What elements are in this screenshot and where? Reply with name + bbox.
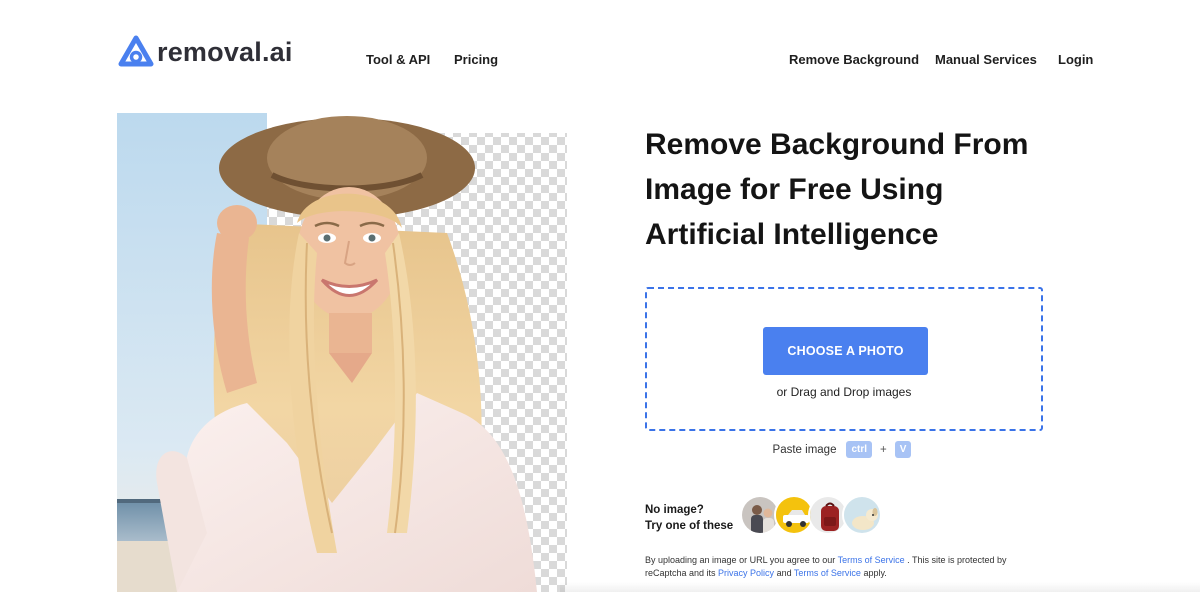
brand-logo[interactable]: removal.ai [117,35,293,69]
bottom-shadow [560,582,1200,592]
removal-ai-logo-icon [118,35,154,67]
drag-drop-hint: or Drag and Drop images [776,385,912,399]
v-key-badge: V [894,441,912,458]
title-line-3: Artificial Intelligence [645,218,939,251]
legal-text-4: apply. [860,568,887,578]
sample-images [740,495,882,535]
plus-sign: + [880,443,887,456]
nav-link-login[interactable]: Login [1058,52,1093,67]
terms-of-service-link[interactable]: Terms of Service [838,555,905,565]
nav-link-tool-api[interactable]: Tool & API [366,52,430,67]
brand-name: removal.ai [157,36,293,67]
nav-link-manual-services[interactable]: Manual Services [935,52,1037,67]
hero-image [117,113,567,592]
upload-dropzone[interactable]: CHOOSE A PHOTO or Drag and Drop images [645,287,1043,431]
page-title: Remove Background From Image for Free Us… [645,122,1065,257]
sample-prompt-line-2: Try one of these [645,520,734,532]
paste-hint: Paste image ctrl + V [645,441,1043,458]
ctrl-key-badge: ctrl [846,441,873,458]
top-navigation: removal.ai Tool & API Pricing Remove Bac… [0,0,1200,120]
sample-image-dog[interactable] [842,495,882,535]
sample-prompt: No image? Try one of these [645,502,733,534]
sample-prompt-line-1: No image? [645,504,704,516]
legal-text-1: By uploading an image or URL you agree t… [645,555,838,565]
nav-link-remove-background[interactable]: Remove Background [789,52,919,67]
choose-photo-button[interactable]: CHOOSE A PHOTO [763,327,928,375]
title-line-1: Remove Background From [645,128,1029,161]
paste-label: Paste image [772,443,837,456]
recaptcha-terms-link[interactable]: Terms of Service [794,568,861,578]
title-line-2: Image for Free Using [645,173,944,206]
nav-link-pricing[interactable]: Pricing [454,52,498,67]
privacy-policy-link[interactable]: Privacy Policy [718,568,774,578]
legal-text-3: and [774,568,794,578]
legal-notice: By uploading an image or URL you agree t… [645,554,1045,580]
